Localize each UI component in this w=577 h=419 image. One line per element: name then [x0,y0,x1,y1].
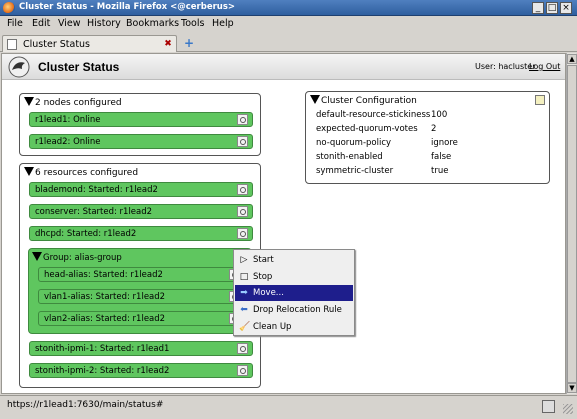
close-tab-icon[interactable]: ✖ [163,39,173,49]
resize-grip-icon[interactable] [563,404,573,414]
menu-tools[interactable]: Tools [181,18,204,29]
resource-stonith-ipmi-2[interactable]: stonith-ipmi-2: Started: r1lead2 [29,363,253,378]
page-content: Cluster Status User: hacluster Log Out 2… [1,53,566,394]
collapse-triangle-icon [24,97,34,106]
tab-label: Cluster Status [23,39,91,50]
resource-dhcpd[interactable]: dhcpd: Started: r1lead2 [29,226,253,241]
menu-item-clean-up[interactable]: 🧹 Clean Up [235,319,353,335]
resource-vlan2-alias[interactable]: vlan2-alias: Started: r1lead2 [38,311,245,326]
magnify-icon[interactable] [237,206,248,217]
nodes-panel: 2 nodes configured r1lead1: Online r1lea… [19,93,261,156]
status-text: https://r1lead1:7630/main/status# [7,400,164,410]
scroll-thumb[interactable] [567,65,577,383]
magnify-icon[interactable] [237,136,248,147]
collapse-triangle-icon [310,95,320,104]
scroll-up-icon[interactable]: ▲ [567,54,577,64]
tab-bar: Cluster Status ✖ [0,33,577,52]
nodes-panel-title[interactable]: 2 nodes configured [24,97,122,108]
collapse-triangle-icon [24,167,34,176]
menu-item-move[interactable]: ➡ Move... [235,285,353,301]
magnify-icon[interactable] [237,184,248,195]
logout-link[interactable]: Log Out [529,62,560,71]
menu-view[interactable]: View [58,18,81,29]
magnify-icon[interactable] [237,114,248,125]
maximize-button[interactable]: □ [546,2,558,14]
menu-edit[interactable]: Edit [32,18,50,29]
resource-conserver[interactable]: conserver: Started: r1lead2 [29,204,253,219]
minimize-button[interactable]: _ [532,2,544,14]
window-title: Cluster Status - Mozilla Firefox <@cerbe… [19,2,236,12]
menu-item-drop-relocation-rule[interactable]: ⬅ Drop Relocation Rule [235,302,353,318]
edit-icon[interactable] [535,95,545,105]
menu-history[interactable]: History [87,18,121,29]
close-window-button[interactable]: × [560,2,572,14]
menu-item-start[interactable]: ▷ Start [235,252,353,268]
page-icon [7,39,17,50]
resource-vlan1-alias[interactable]: vlan1-alias: Started: r1lead2 [38,289,245,304]
resource-stonith-ipmi-1[interactable]: stonith-ipmi-1: Started: r1lead1 [29,341,253,356]
broom-icon: 🧹 [239,322,251,332]
menu-file[interactable]: File [7,18,23,29]
stop-icon: □ [239,272,249,282]
resource-head-alias[interactable]: head-alias: Started: r1lead2 [38,267,245,282]
menubar: File Edit View History Bookmarks Tools H… [0,16,577,33]
group-alias-group[interactable]: Group: alias-group head-alias: Started: … [28,248,252,334]
page-title: Cluster Status [38,60,120,74]
collapse-triangle-icon [32,252,42,261]
tab-cluster-status[interactable]: Cluster Status ✖ [2,35,177,52]
menu-help[interactable]: Help [212,18,234,29]
magnify-icon[interactable] [237,365,248,376]
config-panel: Cluster Configuration default-resource-s… [305,91,550,184]
magnify-icon[interactable] [237,343,248,354]
scroll-down-icon[interactable]: ▼ [567,383,577,393]
context-menu: ▷ Start □ Stop ➡ Move... ⬅ Drop Relocati… [233,249,355,336]
resources-panel-title[interactable]: 6 resources configured [24,167,138,178]
firefox-icon [3,2,15,14]
play-icon: ▷ [240,255,248,265]
page-header: Cluster Status User: hacluster Log Out [2,54,565,80]
menu-bookmarks[interactable]: Bookmarks [126,18,179,29]
plus-icon[interactable]: + [184,36,194,50]
node-r1lead1[interactable]: r1lead1: Online [29,112,253,127]
chameleon-logo-icon [8,56,30,78]
menu-item-stop[interactable]: □ Stop [235,269,353,285]
arrow-left-icon: ⬅ [240,305,248,315]
resource-blademond[interactable]: blademond: Started: r1lead2 [29,182,253,197]
magnify-icon[interactable] [237,228,248,239]
group-title[interactable]: Group: alias-group [32,252,122,263]
user-label: User: hacluster [475,62,536,71]
node-r1lead2[interactable]: r1lead2: Online [29,134,253,149]
arrow-right-icon: ➡ [240,288,248,298]
status-bar: https://r1lead1:7630/main/status# [0,395,577,419]
window-titlebar: Cluster Status - Mozilla Firefox <@cerbe… [0,0,577,16]
lock-icon[interactable] [542,400,555,413]
config-panel-title[interactable]: Cluster Configuration [310,95,417,106]
vertical-scrollbar[interactable]: ▲ ▼ [566,53,577,394]
